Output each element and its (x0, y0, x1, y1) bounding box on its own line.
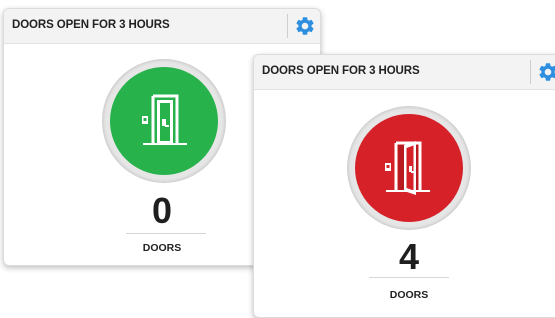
status-circle (348, 107, 470, 229)
unit-label: DOORS (389, 289, 429, 301)
unit-label: DOORS (142, 242, 182, 254)
count-divider (369, 277, 449, 278)
header-divider (287, 14, 288, 38)
widget-title: DOORS OPEN FOR 3 HOURS (12, 19, 170, 31)
doors-widget-open: DOORS OPEN FOR 3 HOURS 4 DOORS (253, 54, 555, 318)
door-count: 4 (398, 236, 420, 277)
widget-header: DOORS OPEN FOR 3 HOURS (254, 55, 555, 90)
door-open-icon (355, 114, 463, 222)
gear-icon[interactable] (294, 15, 316, 37)
gear-icon[interactable] (537, 61, 555, 83)
widget-header: DOORS OPEN FOR 3 HOURS (4, 9, 320, 44)
door-closed-icon (110, 67, 218, 175)
widget-title: DOORS OPEN FOR 3 HOURS (262, 65, 420, 77)
door-count: 0 (151, 190, 173, 231)
count-divider (126, 233, 206, 234)
status-circle (103, 60, 225, 182)
header-divider (530, 60, 531, 84)
